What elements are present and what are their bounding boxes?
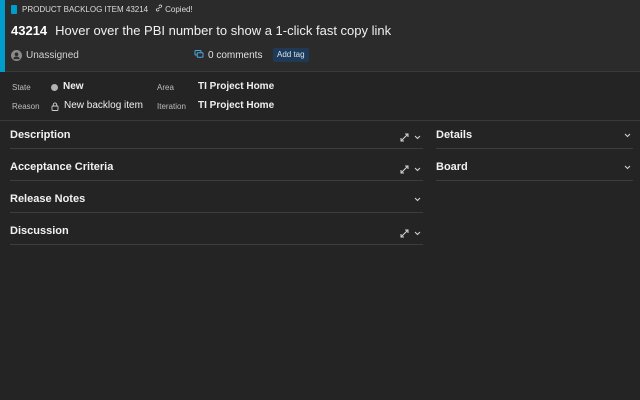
section-acceptance-criteria[interactable]: Acceptance Criteria [10, 153, 423, 181]
assignee-picker[interactable]: Unassigned [11, 47, 79, 63]
section-tools [400, 133, 421, 142]
person-icon [11, 49, 22, 61]
section-tools [400, 165, 421, 174]
reason-value: New backlog item [64, 100, 143, 111]
iteration-label: Iteration [157, 102, 186, 111]
area-label: Area [157, 83, 174, 92]
copy-link[interactable]: Copied! [155, 4, 193, 14]
section-release-notes[interactable]: Release Notes [10, 185, 423, 213]
copied-label: Copied! [165, 4, 193, 14]
chevron-down-icon[interactable] [414, 167, 421, 172]
state-value: New [63, 81, 84, 92]
area-field[interactable]: TI Project Home [198, 80, 274, 94]
chevron-down-icon[interactable] [414, 231, 421, 236]
section-tools [414, 197, 421, 202]
chevron-down-icon[interactable] [624, 133, 631, 138]
section-description[interactable]: Description [10, 121, 423, 149]
work-item-meta-row: Unassigned 0 comments Add tag [11, 47, 631, 63]
section-title: Acceptance Criteria [10, 161, 114, 173]
work-item-type-label[interactable]: PRODUCT BACKLOG ITEM 43214 [22, 5, 148, 14]
section-tools [624, 133, 631, 138]
assignee-label: Unassigned [26, 49, 79, 61]
section-details[interactable]: Details [436, 121, 633, 149]
work-item-id[interactable]: 43214 [11, 23, 47, 38]
work-item-header: PRODUCT BACKLOG ITEM 43214 Copied! 43214… [0, 0, 640, 72]
comments-link[interactable]: 0 comments [194, 47, 262, 63]
section-title: Discussion [10, 225, 69, 237]
work-item-color-bar [0, 0, 5, 72]
expand-diagonal-icon[interactable] [400, 133, 409, 142]
iteration-field[interactable]: TI Project Home [198, 99, 274, 113]
section-title: Release Notes [10, 193, 86, 205]
chevron-down-icon[interactable] [414, 135, 421, 140]
comment-icon [194, 49, 204, 62]
section-tools [624, 165, 631, 170]
section-discussion[interactable]: Discussion [10, 217, 423, 245]
work-item-title-row: 43214 Hover over the PBI number to show … [11, 21, 391, 39]
add-tag-button[interactable]: Add tag [273, 48, 309, 62]
chevron-down-icon[interactable] [414, 197, 421, 202]
backlog-item-icon [11, 4, 17, 14]
state-indicator [51, 83, 58, 91]
section-board[interactable]: Board [436, 153, 633, 181]
expand-diagonal-icon[interactable] [400, 229, 409, 238]
work-item-type-row: PRODUCT BACKLOG ITEM 43214 Copied! [11, 3, 193, 15]
chevron-down-icon[interactable] [624, 165, 631, 170]
reason-label: Reason [12, 102, 40, 111]
section-tools [400, 229, 421, 238]
state-label: State [12, 83, 31, 92]
state-dropdown[interactable]: New [51, 80, 84, 94]
work-item-fields: State New Reason New backlog item Area T… [0, 73, 640, 121]
expand-diagonal-icon[interactable] [400, 165, 409, 174]
reason-field[interactable]: New backlog item [51, 99, 143, 113]
lock-icon [51, 102, 59, 111]
link-icon[interactable] [155, 4, 163, 14]
work-item-title[interactable]: Hover over the PBI number to show a 1-cl… [55, 23, 391, 38]
comments-count: 0 comments [208, 49, 263, 61]
section-title: Details [436, 129, 473, 141]
section-title: Description [10, 129, 71, 141]
section-title: Board [436, 161, 468, 173]
